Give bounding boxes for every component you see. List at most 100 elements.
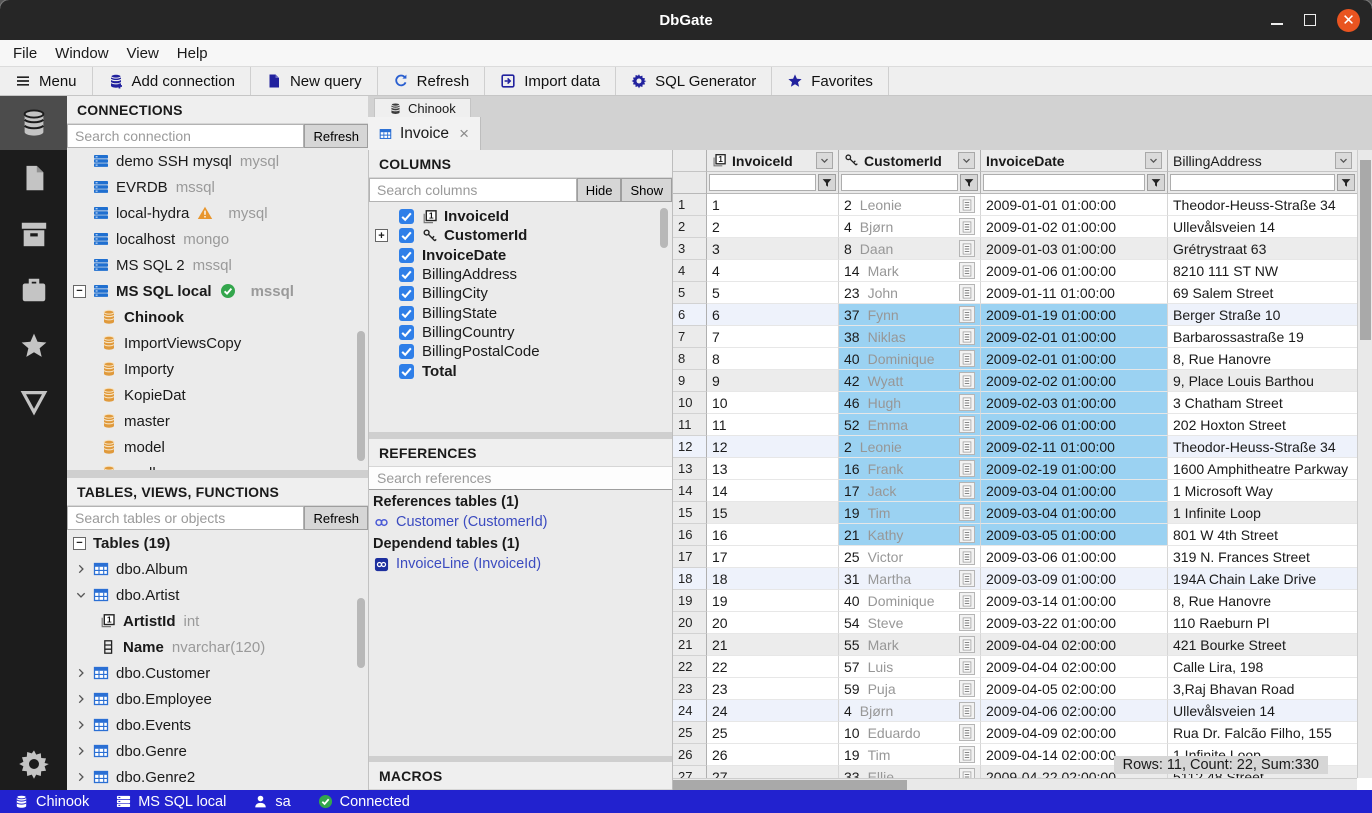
open-reference-icon[interactable] [959, 372, 975, 389]
row-number[interactable]: 13 [673, 458, 707, 480]
open-reference-icon[interactable] [959, 350, 975, 367]
filter-input[interactable] [841, 174, 958, 191]
table-tree-item[interactable]: dbo.Genre2 [67, 764, 368, 790]
cell-invoiceid[interactable]: 11 [707, 414, 839, 436]
row-number[interactable]: 14 [673, 480, 707, 502]
cell-billingaddress[interactable]: 194A Chain Lake Drive [1168, 568, 1357, 590]
open-reference-icon[interactable] [959, 394, 975, 411]
connection-item[interactable]: EVRDBmssql [67, 174, 368, 200]
cell-invoiceid[interactable]: 16 [707, 524, 839, 546]
cell-invoicedate[interactable]: 2009-02-19 01:00:00 [981, 458, 1168, 480]
cell-invoicedate[interactable]: 2009-04-05 02:00:00 [981, 678, 1168, 700]
cell-billingaddress[interactable]: Calle Lira, 198 [1168, 656, 1357, 678]
row-number[interactable]: 27 [673, 766, 707, 778]
cell-invoiceid[interactable]: 2 [707, 216, 839, 238]
tables-scrollbar[interactable] [357, 598, 365, 668]
iconbar-item-archive[interactable] [0, 206, 67, 262]
cell-customerid[interactable]: 19Tim [839, 744, 981, 766]
column-header-customerid[interactable]: CustomerId [839, 150, 981, 172]
column-checkbox-row[interactable]: BillingCountry [369, 323, 672, 342]
cell-customerid[interactable]: 2Leonie [839, 436, 981, 458]
open-reference-icon[interactable] [959, 636, 975, 653]
connection-item[interactable]: −MS SQL localmssql [67, 278, 368, 304]
column-menu-button[interactable] [958, 152, 975, 169]
toolbar-button-import-data[interactable]: Import data [485, 67, 616, 95]
row-number[interactable]: 19 [673, 590, 707, 612]
cell-customerid[interactable]: 59Puja [839, 678, 981, 700]
cell-billingaddress[interactable]: Berger Straße 10 [1168, 304, 1357, 326]
cell-invoiceid[interactable]: 19 [707, 590, 839, 612]
connection-item[interactable]: localhostmongo [67, 226, 368, 252]
cell-invoiceid[interactable]: 6 [707, 304, 839, 326]
cell-customerid[interactable]: 23John [839, 282, 981, 304]
cell-customerid[interactable]: 57Luis [839, 656, 981, 678]
grid-hscroll-thumb[interactable] [673, 780, 907, 790]
cell-invoiceid[interactable]: 1 [707, 194, 839, 216]
cell-invoiceid[interactable]: 14 [707, 480, 839, 502]
cell-customerid[interactable]: 16Frank [839, 458, 981, 480]
column-checkbox-row[interactable]: BillingPostalCode [369, 342, 672, 361]
row-number[interactable]: 26 [673, 744, 707, 766]
toolbar-button-new-query[interactable]: New query [251, 67, 378, 95]
grid-horizontal-scrollbar[interactable] [673, 778, 1357, 790]
checkbox-checked[interactable] [399, 364, 414, 379]
iconbar-item-favorites[interactable] [0, 318, 67, 374]
column-checkbox-row[interactable]: BillingCity [369, 284, 672, 303]
open-reference-icon[interactable] [959, 548, 975, 565]
cell-billingaddress[interactable]: Rua Dr. Falcão Filho, 155 [1168, 722, 1357, 744]
cell-invoiceid[interactable]: 20 [707, 612, 839, 634]
open-reference-icon[interactable] [959, 658, 975, 675]
cell-invoiceid[interactable]: 4 [707, 260, 839, 282]
cell-billingaddress[interactable]: 1600 Amphitheatre Parkway [1168, 458, 1357, 480]
table-tree-item[interactable]: dbo.Events [67, 712, 368, 738]
connection-item[interactable]: msdb [67, 460, 368, 470]
checkbox-checked[interactable] [399, 286, 414, 301]
row-number[interactable]: 11 [673, 414, 707, 436]
cell-customerid[interactable]: 40Dominique [839, 348, 981, 370]
columns-hide-button[interactable]: Hide [577, 178, 622, 202]
cell-invoiceid[interactable]: 23 [707, 678, 839, 700]
cell-invoicedate[interactable]: 2009-03-05 01:00:00 [981, 524, 1168, 546]
column-header-invoicedate[interactable]: InvoiceDate [981, 150, 1168, 172]
row-number[interactable]: 23 [673, 678, 707, 700]
open-reference-icon[interactable] [959, 526, 975, 543]
cell-customerid[interactable]: 21Kathy [839, 524, 981, 546]
maximize-button[interactable] [1304, 14, 1316, 26]
cell-invoicedate[interactable]: 2009-03-04 01:00:00 [981, 480, 1168, 502]
column-checkbox-row[interactable]: BillingAddress [369, 265, 672, 284]
open-reference-icon[interactable] [959, 306, 975, 323]
cell-billingaddress[interactable]: Theodor-Heuss-Straße 34 [1168, 194, 1357, 216]
column-menu-button[interactable] [1145, 152, 1162, 169]
iconbar-item-connections[interactable] [0, 96, 67, 150]
cell-billingaddress[interactable]: 8210 111 ST NW [1168, 260, 1357, 282]
columns-scrollbar[interactable] [660, 208, 668, 248]
iconbar-item-history[interactable] [0, 262, 67, 318]
cell-invoicedate[interactable]: 2009-03-09 01:00:00 [981, 568, 1168, 590]
open-reference-icon[interactable] [959, 570, 975, 587]
columns-search-input[interactable] [369, 178, 577, 202]
cell-invoiceid[interactable]: 26 [707, 744, 839, 766]
cell-invoicedate[interactable]: 2009-03-06 01:00:00 [981, 546, 1168, 568]
filter-input[interactable] [983, 174, 1145, 191]
iconbar-item-files[interactable] [0, 150, 67, 206]
checkbox-checked[interactable] [399, 325, 414, 340]
cell-customerid[interactable]: 52Emma [839, 414, 981, 436]
open-reference-icon[interactable] [959, 768, 975, 778]
cell-billingaddress[interactable]: Theodor-Heuss-Straße 34 [1168, 436, 1357, 458]
row-number[interactable]: 16 [673, 524, 707, 546]
connections-refresh-button[interactable]: Refresh [304, 124, 368, 148]
cell-invoiceid[interactable]: 5 [707, 282, 839, 304]
cell-customerid[interactable]: 40Dominique [839, 590, 981, 612]
checkbox-checked[interactable] [399, 344, 414, 359]
filter-button[interactable] [960, 174, 978, 191]
column-checkbox-row[interactable]: 1InvoiceId [369, 207, 672, 226]
column-checkbox-row[interactable]: Total [369, 361, 672, 380]
cell-invoicedate[interactable]: 2009-03-04 01:00:00 [981, 502, 1168, 524]
open-reference-icon[interactable] [959, 328, 975, 345]
connection-item[interactable]: ImportViewsCopy [67, 330, 368, 356]
reference-link[interactable]: Customer (CustomerId) [369, 512, 672, 532]
cell-invoiceid[interactable]: 8 [707, 348, 839, 370]
collapse-icon[interactable]: − [73, 285, 86, 298]
toolbar-button-refresh[interactable]: Refresh [378, 67, 486, 95]
cell-invoicedate[interactable]: 2009-01-02 01:00:00 [981, 216, 1168, 238]
